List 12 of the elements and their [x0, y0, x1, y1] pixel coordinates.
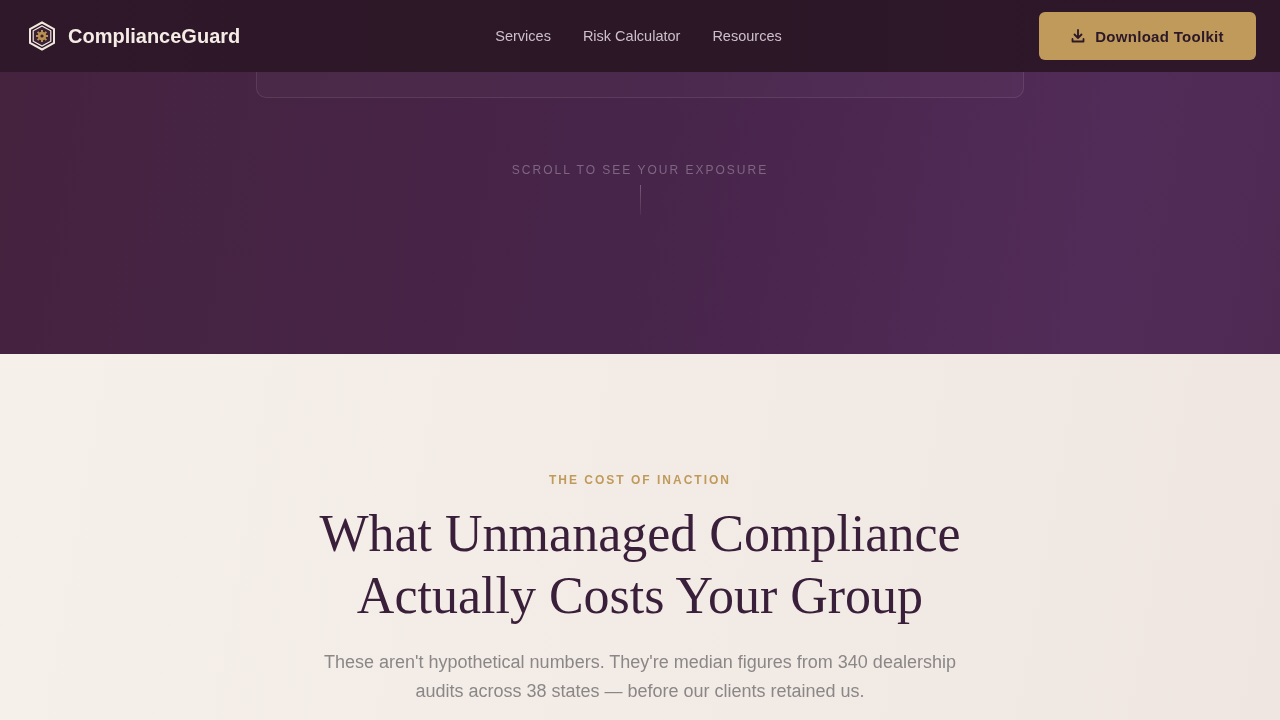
- nav-link[interactable]: Resources: [712, 28, 782, 44]
- section-intro: These aren't hypothetical numbers. They're median figures from 340 dealership audits across 38 states — before our clients retained us.: [323, 651, 957, 703]
- download-toolkit-button[interactable]: Download Toolkit: [1039, 12, 1256, 60]
- scroll-hint: SCROLL TO SEE YOUR EXPOSURE: [511, 163, 769, 177]
- shield-gear-logo-icon: [28, 21, 56, 51]
- brand-name: ComplianceGuard: [68, 24, 241, 48]
- section-heading: What Unmanaged Compliance Actually Costs Your Group: [318, 504, 962, 626]
- download-icon: [1071, 29, 1086, 43]
- nav-link[interactable]: Risk Calculator: [582, 28, 681, 44]
- nav-link[interactable]: Services: [495, 28, 551, 44]
- section-eyebrow: THE COST OF INACTION: [549, 473, 731, 487]
- scroll-line: [639, 185, 641, 215]
